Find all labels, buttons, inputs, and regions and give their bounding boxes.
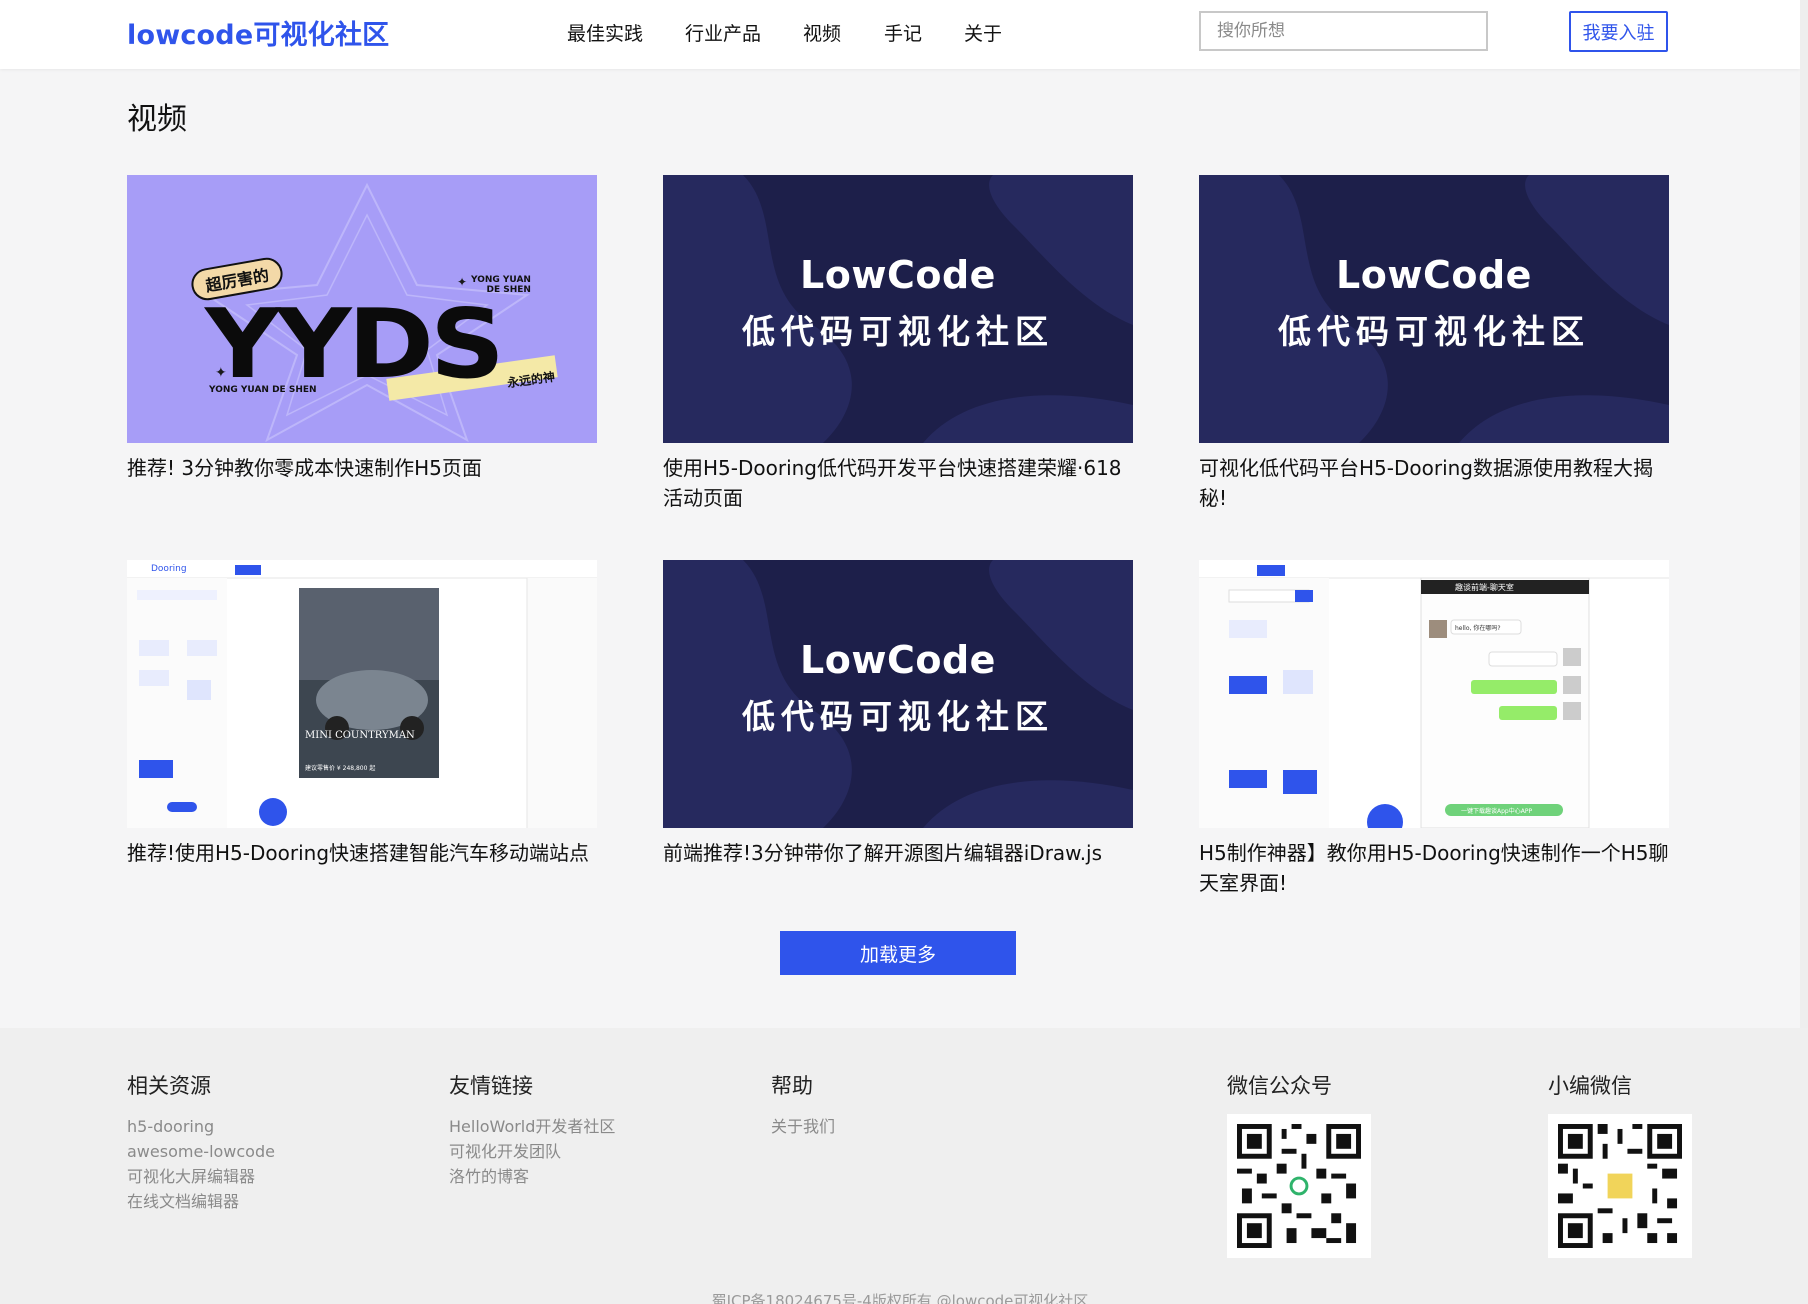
video-thumbnail[interactable]: Dooring MINI COUNTRYMAN 建议零售价 ¥ 248,800 … <box>127 560 597 828</box>
video-thumbnail[interactable]: LowCode 低代码可视化社区 <box>663 175 1133 443</box>
footer-column-help: 帮助 关于我们 <box>771 1070 835 1139</box>
page-title: 视频 <box>127 102 187 137</box>
editor-screenshot <box>127 560 597 828</box>
chat-download-button: 一键下载趣谈App中心APP <box>1461 808 1533 815</box>
video-thumbnail[interactable]: 永远的神 YYDS 超厉害的 YONG YUAN DE SHEN YONG YU… <box>127 175 597 443</box>
video-title[interactable]: 前端推荐!3分钟带你了解开源图片编辑器iDraw.js <box>663 838 1133 868</box>
video-card[interactable]: LowCode 低代码可视化社区 使用H5-Dooring低代码开发平台快速搭建… <box>663 175 1133 513</box>
thumbnail-title: LowCode <box>1336 253 1532 297</box>
top-header: lowcode可视化社区 最佳实践 行业产品 视频 手记 关于 我要入驻 <box>0 0 1800 69</box>
thumbnail-title: LowCode <box>800 638 996 682</box>
thumbnail-subtitle: 低代码可视化社区 <box>742 312 1054 351</box>
nav-item-notes[interactable]: 手记 <box>884 19 922 46</box>
qr-code-image <box>1548 1114 1692 1258</box>
qr-title: 小编微信 <box>1548 1074 1632 1098</box>
video-card[interactable]: 永远的神 YYDS 超厉害的 YONG YUAN DE SHEN YONG YU… <box>127 175 597 483</box>
qr-code-icon <box>1237 1124 1361 1248</box>
footer-link[interactable]: 可视化大屏编辑器 <box>127 1164 275 1189</box>
yyds-subtitle-right: YONG YUAN DE SHEN <box>471 275 531 295</box>
qr-title: 微信公众号 <box>1227 1074 1332 1098</box>
footer-column-title: 友情链接 <box>449 1074 533 1098</box>
sparkle-icon: ✦ <box>215 365 227 381</box>
copyright-text: 蜀ICP备18024675号-4版权所有 @lowcode可视化社区 <box>711 1292 1089 1304</box>
thumbnail-title: LowCode <box>800 253 996 297</box>
sparkle-icon: ✦ <box>457 275 468 289</box>
qr-code-icon <box>1558 1124 1682 1248</box>
car-price: 建议零售价 ¥ 248,800 起 <box>305 765 376 772</box>
thumbnail-subtitle: 低代码可视化社区 <box>1278 312 1590 351</box>
thumbnail-subtitle: 低代码可视化社区 <box>742 697 1054 736</box>
site-logo[interactable]: lowcode可视化社区 <box>127 13 389 52</box>
video-title[interactable]: 可视化低代码平台H5-Dooring数据源使用教程大揭秘! <box>1199 453 1669 513</box>
nav-item-about[interactable]: 关于 <box>964 19 1002 46</box>
footer-column-title: 帮助 <box>771 1074 813 1098</box>
footer-link[interactable]: h5-dooring <box>127 1114 275 1139</box>
video-card[interactable]: Dooring MINI COUNTRYMAN 建议零售价 ¥ 248,800 … <box>127 560 597 868</box>
video-card[interactable]: 趣谈前端-聊天室 hello, 你在哪吗? 一键下载趣谈App中心APP H5制… <box>1199 560 1669 898</box>
join-button[interactable]: 我要入驻 <box>1569 11 1668 52</box>
footer: 相关资源 h5-dooring awesome-lowcode 可视化大屏编辑器… <box>0 1028 1808 1304</box>
scrollbar-track[interactable] <box>1800 0 1808 1030</box>
editor-brand: Dooring <box>151 564 187 574</box>
car-caption: MINI COUNTRYMAN <box>305 730 415 741</box>
nav-item-industry-products[interactable]: 行业产品 <box>685 19 761 46</box>
video-card[interactable]: LowCode 低代码可视化社区 前端推荐!3分钟带你了解开源图片编辑器iDra… <box>663 560 1133 868</box>
footer-qr-wechat-official: 微信公众号 <box>1227 1070 1371 1258</box>
yyds-headline: YYDS <box>205 287 505 401</box>
footer-link[interactable]: 可视化开发团队 <box>449 1139 615 1164</box>
chat-message: hello, 你在哪吗? <box>1455 625 1501 632</box>
footer-column-resources: 相关资源 h5-dooring awesome-lowcode 可视化大屏编辑器… <box>127 1070 275 1214</box>
search-input[interactable] <box>1199 11 1488 51</box>
video-thumbnail[interactable]: LowCode 低代码可视化社区 <box>663 560 1133 828</box>
footer-column-friend-links: 友情链接 HelloWorld开发者社区 可视化开发团队 洛竹的博客 <box>449 1070 615 1189</box>
video-title[interactable]: H5制作神器】教你用H5-Dooring快速制作一个H5聊天室界面! <box>1199 838 1669 898</box>
video-title[interactable]: 使用H5-Dooring低代码开发平台快速搭建荣耀·618活动页面 <box>663 453 1133 513</box>
video-title[interactable]: 推荐!使用H5-Dooring快速搭建智能汽车移动端站点 <box>127 838 597 868</box>
video-thumbnail[interactable]: 趣谈前端-聊天室 hello, 你在哪吗? 一键下载趣谈App中心APP <box>1199 560 1669 828</box>
footer-link[interactable]: awesome-lowcode <box>127 1139 275 1164</box>
footer-link[interactable]: 在线文档编辑器 <box>127 1189 275 1214</box>
load-more-button[interactable]: 加载更多 <box>780 931 1016 975</box>
yyds-subtitle: YONG YUAN DE SHEN <box>209 385 317 395</box>
nav-item-best-practice[interactable]: 最佳实践 <box>567 19 643 46</box>
footer-link[interactable]: 关于我们 <box>771 1114 835 1139</box>
video-card[interactable]: LowCode 低代码可视化社区 可视化低代码平台H5-Dooring数据源使用… <box>1199 175 1669 513</box>
editor-screenshot <box>1199 560 1669 828</box>
chat-title: 趣谈前端-聊天室 <box>1455 583 1514 592</box>
qr-code-image <box>1227 1114 1371 1258</box>
footer-column-title: 相关资源 <box>127 1074 211 1098</box>
footer-qr-editor-wechat: 小编微信 <box>1548 1070 1692 1258</box>
video-title[interactable]: 推荐! 3分钟教你零成本快速制作H5页面 <box>127 453 597 483</box>
footer-link[interactable]: 洛竹的博客 <box>449 1164 615 1189</box>
footer-link[interactable]: HelloWorld开发者社区 <box>449 1114 615 1139</box>
video-thumbnail[interactable]: LowCode 低代码可视化社区 <box>1199 175 1669 443</box>
nav-item-videos[interactable]: 视频 <box>803 19 841 46</box>
